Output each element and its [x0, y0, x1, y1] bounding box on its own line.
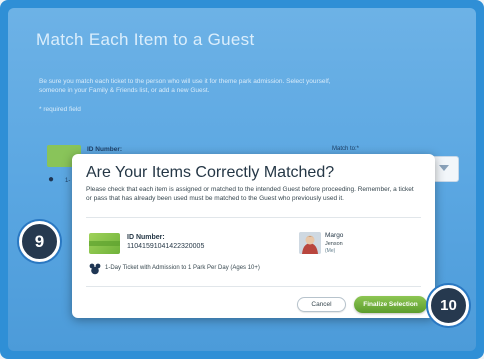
divider-bottom: [86, 286, 421, 287]
mickey-icon: [89, 263, 101, 275]
modal-description: Please check that each item is assigned …: [86, 186, 414, 202]
avatar-image: [299, 232, 321, 254]
step-badge-10: 10: [428, 285, 469, 326]
background-id-label: ID Number:: [87, 146, 123, 153]
id-number-label: ID Number:: [127, 234, 165, 241]
guest-avatar: [299, 232, 321, 254]
background-match-label: Match to:*: [332, 146, 360, 152]
modal-title: Are Your Items Correctly Matched?: [86, 164, 335, 181]
required-note: * required field: [39, 106, 81, 113]
ticket-icon: [89, 233, 120, 254]
page-title: Match Each Item to a Guest: [36, 30, 255, 49]
guest-role: (Me): [325, 248, 336, 254]
background-mickey-icon: ●: [48, 174, 55, 185]
step-badge-9: 9: [19, 221, 60, 262]
guest-first-name: Margo: [325, 232, 344, 239]
ticket-description: 1-Day Ticket with Admission to 1 Park Pe…: [105, 265, 260, 271]
confirmation-modal: Are Your Items Correctly Matched? Please…: [72, 154, 435, 318]
background-ticket-fragment: 1-: [65, 178, 71, 184]
chevron-down-icon: [439, 165, 449, 171]
cancel-button[interactable]: Cancel: [297, 297, 346, 312]
id-number-value: 11041591041422320005: [127, 243, 205, 250]
divider-top: [86, 217, 421, 218]
guest-last-name: Jenson: [325, 241, 343, 247]
intro-text: Be sure you match each ticket to the per…: [39, 78, 331, 94]
finalize-selection-button[interactable]: Finalize Selection: [354, 296, 427, 313]
ticket-stripe: [89, 241, 120, 246]
